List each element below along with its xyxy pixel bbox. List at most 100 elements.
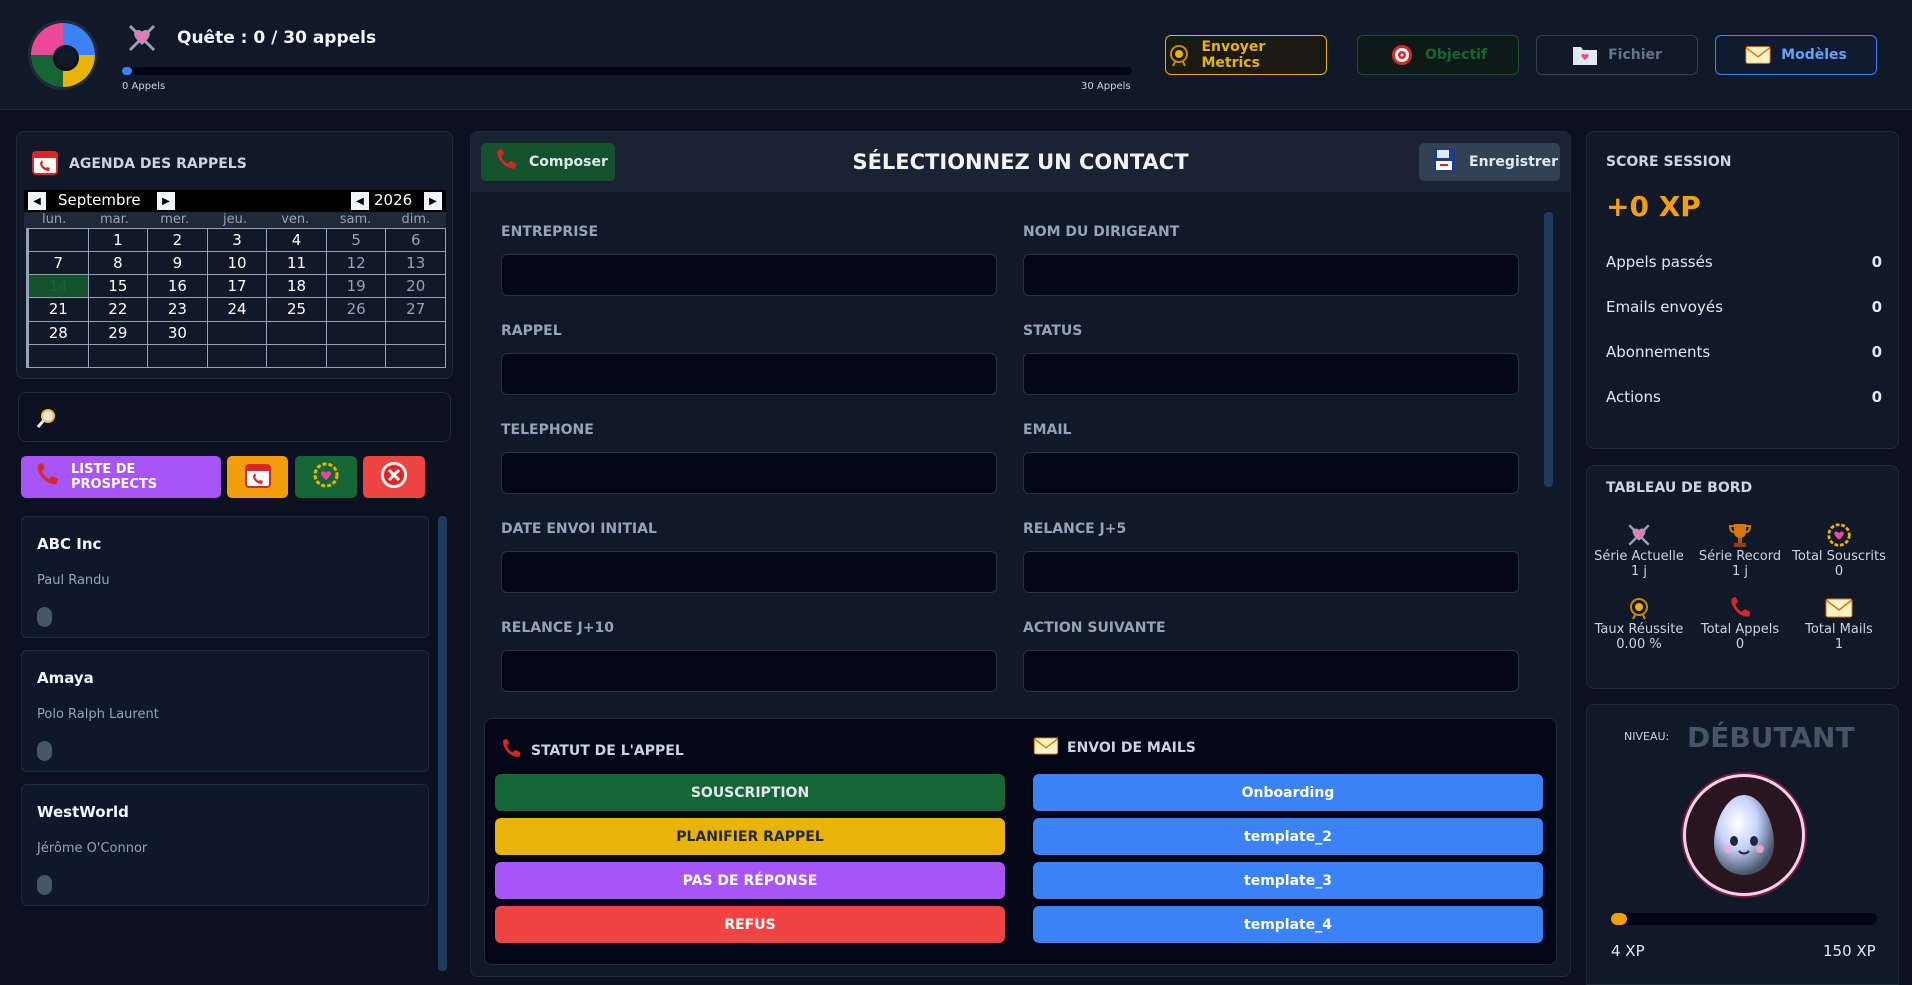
quest-title: Quête : 0 / 30 appels — [177, 28, 377, 48]
calendar-day[interactable]: 10 — [207, 252, 268, 276]
calendar-day[interactable]: 21 — [29, 298, 89, 322]
modeles-button[interactable]: Modèles — [1715, 35, 1877, 75]
mail-template-3-button[interactable]: template_3 — [1033, 862, 1543, 899]
calendar-day[interactable]: 19 — [326, 275, 387, 299]
entreprise-label: ENTREPRISE — [501, 224, 599, 240]
prospects-list-button[interactable]: LISTE DE PROSPECTS — [21, 456, 221, 498]
search-input[interactable] — [69, 393, 439, 441]
calendar-day[interactable]: 23 — [148, 298, 208, 322]
next-year-button[interactable]: ▶ — [424, 192, 442, 210]
calendar-day[interactable]: 1 — [88, 229, 149, 253]
prospect-list-scrollbar[interactable] — [438, 516, 447, 971]
prospect-card[interactable]: ABC Inc Paul Randu — [21, 516, 429, 638]
contact-header: Composer SÉLECTIONNEZ UN CONTACT Enregis… — [471, 132, 1570, 192]
calendar-day[interactable]: 6 — [386, 229, 446, 253]
calendar-day[interactable]: 15 — [88, 275, 149, 299]
entreprise-input[interactable] — [501, 254, 997, 296]
stat-serie-actuelle: Série Actuelle 1 j — [1591, 521, 1687, 579]
calendar-day[interactable]: 12 — [326, 252, 387, 276]
status-input[interactable] — [1023, 353, 1519, 395]
prospect-status-pill — [37, 875, 52, 895]
calendar-day[interactable]: 30 — [148, 321, 208, 345]
email-input[interactable] — [1023, 452, 1519, 494]
prospects-list-label: LISTE DE PROSPECTS — [71, 462, 158, 492]
souscription-button[interactable]: SOUSCRIPTION — [495, 774, 1005, 811]
mail-onboarding-button[interactable]: Onboarding — [1033, 774, 1543, 811]
calendar-day[interactable]: 27 — [386, 298, 446, 322]
calendar-day[interactable]: 26 — [326, 298, 387, 322]
subscribed-filter-button[interactable] — [295, 456, 357, 498]
send-metrics-button[interactable]: Envoyer Metrics — [1165, 35, 1327, 75]
refused-filter-button[interactable] — [363, 456, 425, 498]
calendar-day[interactable]: 14 — [29, 275, 89, 299]
pas-de-reponse-button[interactable]: PAS DE RÉPONSE — [495, 862, 1005, 899]
calendar-header: AGENDA DES RAPPELS — [31, 148, 247, 180]
quest-max-label: 30 Appels — [1081, 81, 1131, 92]
stat-label: Total Appels — [1700, 622, 1780, 637]
calendar-day[interactable]: 22 — [88, 298, 149, 322]
next-month-button[interactable]: ▶ — [157, 192, 175, 210]
calendar-day[interactable]: 18 — [267, 275, 327, 299]
mail-template-4-button[interactable]: template_4 — [1033, 906, 1543, 943]
calendar-day[interactable]: 7 — [29, 252, 89, 276]
calendar-day[interactable]: 24 — [207, 298, 268, 322]
prospect-contact: Polo Ralph Laurent — [37, 707, 159, 722]
stat-total-appels: Total Appels 0 — [1692, 594, 1788, 652]
date-envoi-input[interactable] — [501, 551, 997, 593]
weekday: dim. — [401, 212, 431, 227]
calendar-filter-button[interactable] — [227, 456, 288, 498]
objectif-label: Objectif — [1424, 47, 1488, 63]
search-icon — [35, 406, 59, 430]
calendar-grid: 1 2 3 4 5 6 7 8 9 10 11 12 13 14 15 16 17 18 19 20 21 22 23 24 2… — [26, 228, 446, 368]
calendar-day[interactable]: 16 — [148, 275, 208, 299]
target-icon — [1389, 42, 1415, 68]
rappel-input[interactable] — [501, 353, 997, 395]
form-scrollbar[interactable] — [1544, 212, 1553, 487]
prospect-card[interactable]: WestWorld Jérôme O'Connor — [21, 784, 429, 906]
prospect-card[interactable]: Amaya Polo Ralph Laurent — [21, 650, 429, 772]
calendar-day[interactable]: 2 — [148, 229, 208, 253]
calendar-day[interactable]: 3 — [207, 229, 268, 253]
relance-10-input[interactable] — [501, 650, 997, 692]
calendar-day[interactable]: 28 — [29, 321, 89, 345]
save-button[interactable]: Enregistrer — [1419, 143, 1560, 181]
date-envoi-label: DATE ENVOI INITIAL — [501, 521, 657, 537]
calendar-day — [88, 344, 149, 368]
planifier-rappel-button[interactable]: PLANIFIER RAPPEL — [495, 818, 1005, 855]
prev-year-button[interactable]: ◀ — [351, 192, 369, 210]
calendar-day[interactable]: 8 — [88, 252, 149, 276]
level-panel: NIVEAU: DÉBUTANT 4 XP 150 XP — [1586, 704, 1899, 985]
mail-template-2-button[interactable]: template_2 — [1033, 818, 1543, 855]
stat-label: Total Mails — [1805, 622, 1873, 637]
phone-icon — [1692, 594, 1788, 622]
calendar-day[interactable]: 25 — [267, 298, 327, 322]
prospect-company: ABC Inc — [37, 535, 102, 553]
calendar-day[interactable]: 29 — [88, 321, 149, 345]
action-suivante-input[interactable] — [1023, 650, 1519, 692]
calendar-day[interactable]: 11 — [267, 252, 327, 276]
telephone-input[interactable] — [501, 452, 997, 494]
calendar-day[interactable]: 9 — [148, 252, 208, 276]
calendar-day[interactable]: 17 — [207, 275, 268, 299]
search-field[interactable] — [18, 392, 451, 442]
fichier-button[interactable]: Fichier — [1536, 35, 1698, 75]
calendar-day[interactable]: 5 — [326, 229, 387, 253]
status-label: STATUS — [1023, 323, 1083, 339]
refus-button[interactable]: REFUS — [495, 906, 1005, 943]
calendar-day — [267, 321, 327, 345]
calendar-day[interactable]: 20 — [386, 275, 446, 299]
score-row-label: Abonnements — [1606, 343, 1711, 361]
prev-month-button[interactable]: ◀ — [28, 192, 46, 210]
calendar-day[interactable]: 4 — [267, 229, 327, 253]
xp-progress-bar — [1611, 913, 1877, 925]
stat-value: 1 j — [1630, 564, 1647, 579]
actions-panel: STATUT DE L'APPEL ENVOI DE MAILS SOUSCRI… — [484, 718, 1557, 965]
medal-icon — [1591, 594, 1687, 622]
medal-icon — [1166, 42, 1191, 68]
dirigeant-input[interactable] — [1023, 254, 1519, 296]
relance-5-input[interactable] — [1023, 551, 1519, 593]
calendar-day[interactable]: 13 — [386, 252, 446, 276]
app-logo[interactable] — [28, 20, 98, 90]
objectif-button[interactable]: Objectif — [1357, 35, 1519, 75]
top-bar: Quête : 0 / 30 appels 0 Appels 30 Appels… — [0, 0, 1912, 110]
